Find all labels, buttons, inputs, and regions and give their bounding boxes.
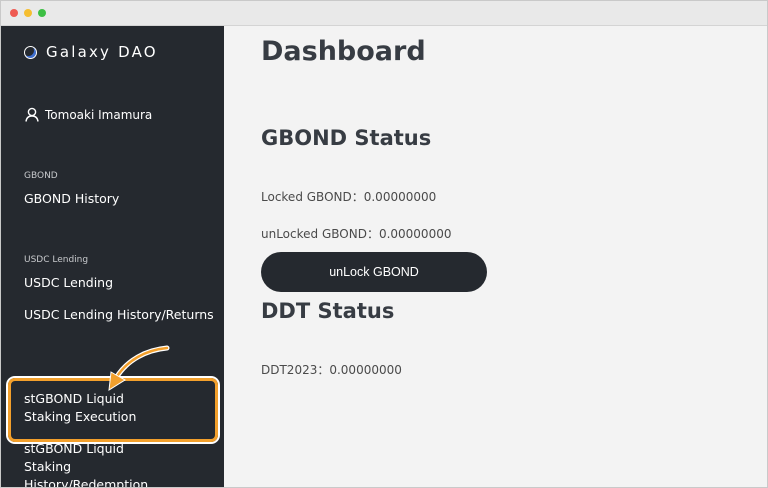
- app-window: Galaxy DAO Tomoaki Imamura GBOND GBOND H…: [0, 0, 768, 488]
- sidebar-item-usdc-lending[interactable]: USDC Lending: [24, 274, 113, 292]
- unlocked-gbond-value: unLocked GBOND：0.00000000: [261, 227, 452, 241]
- maximize-window-button[interactable]: [38, 9, 46, 17]
- sidebar-item-usdc-lending-history[interactable]: USDC Lending History/Returns: [24, 306, 214, 324]
- brand-logo[interactable]: Galaxy DAO: [24, 43, 158, 61]
- locked-gbond-value: Locked GBOND：0.00000000: [261, 190, 437, 204]
- galaxy-logo-icon: [24, 45, 37, 59]
- brand-name: Galaxy DAO: [46, 43, 158, 61]
- minimize-window-button[interactable]: [24, 9, 32, 17]
- user-icon: [25, 107, 39, 122]
- gbond-status-title: GBOND Status: [261, 126, 432, 150]
- sidebar-item-stgbond-execution[interactable]: stGBOND Liquid Staking Execution: [24, 390, 174, 426]
- user-name: Tomoaki Imamura: [45, 107, 153, 122]
- section-label-usdc-lending: USDC Lending: [24, 255, 89, 265]
- ddt-status-title: DDT Status: [261, 299, 395, 323]
- ddt2023-value: DDT2023：0.00000000: [261, 363, 402, 377]
- main-content: Dashboard GBOND Status Locked GBOND：0.00…: [224, 26, 767, 487]
- sidebar-item-stgbond-history[interactable]: stGBOND Liquid Staking History/Redemptio…: [24, 440, 174, 487]
- user-profile[interactable]: Tomoaki Imamura: [25, 107, 152, 122]
- section-label-gbond: GBOND: [24, 171, 58, 181]
- curved-arrow-icon: [108, 345, 170, 391]
- sidebar: Galaxy DAO Tomoaki Imamura GBOND GBOND H…: [1, 26, 224, 487]
- close-window-button[interactable]: [10, 9, 18, 17]
- title-bar: [1, 1, 767, 26]
- unlock-gbond-button[interactable]: unLock GBOND: [261, 252, 487, 292]
- page-title: Dashboard: [261, 36, 426, 67]
- sidebar-item-gbond-history[interactable]: GBOND History: [24, 190, 119, 208]
